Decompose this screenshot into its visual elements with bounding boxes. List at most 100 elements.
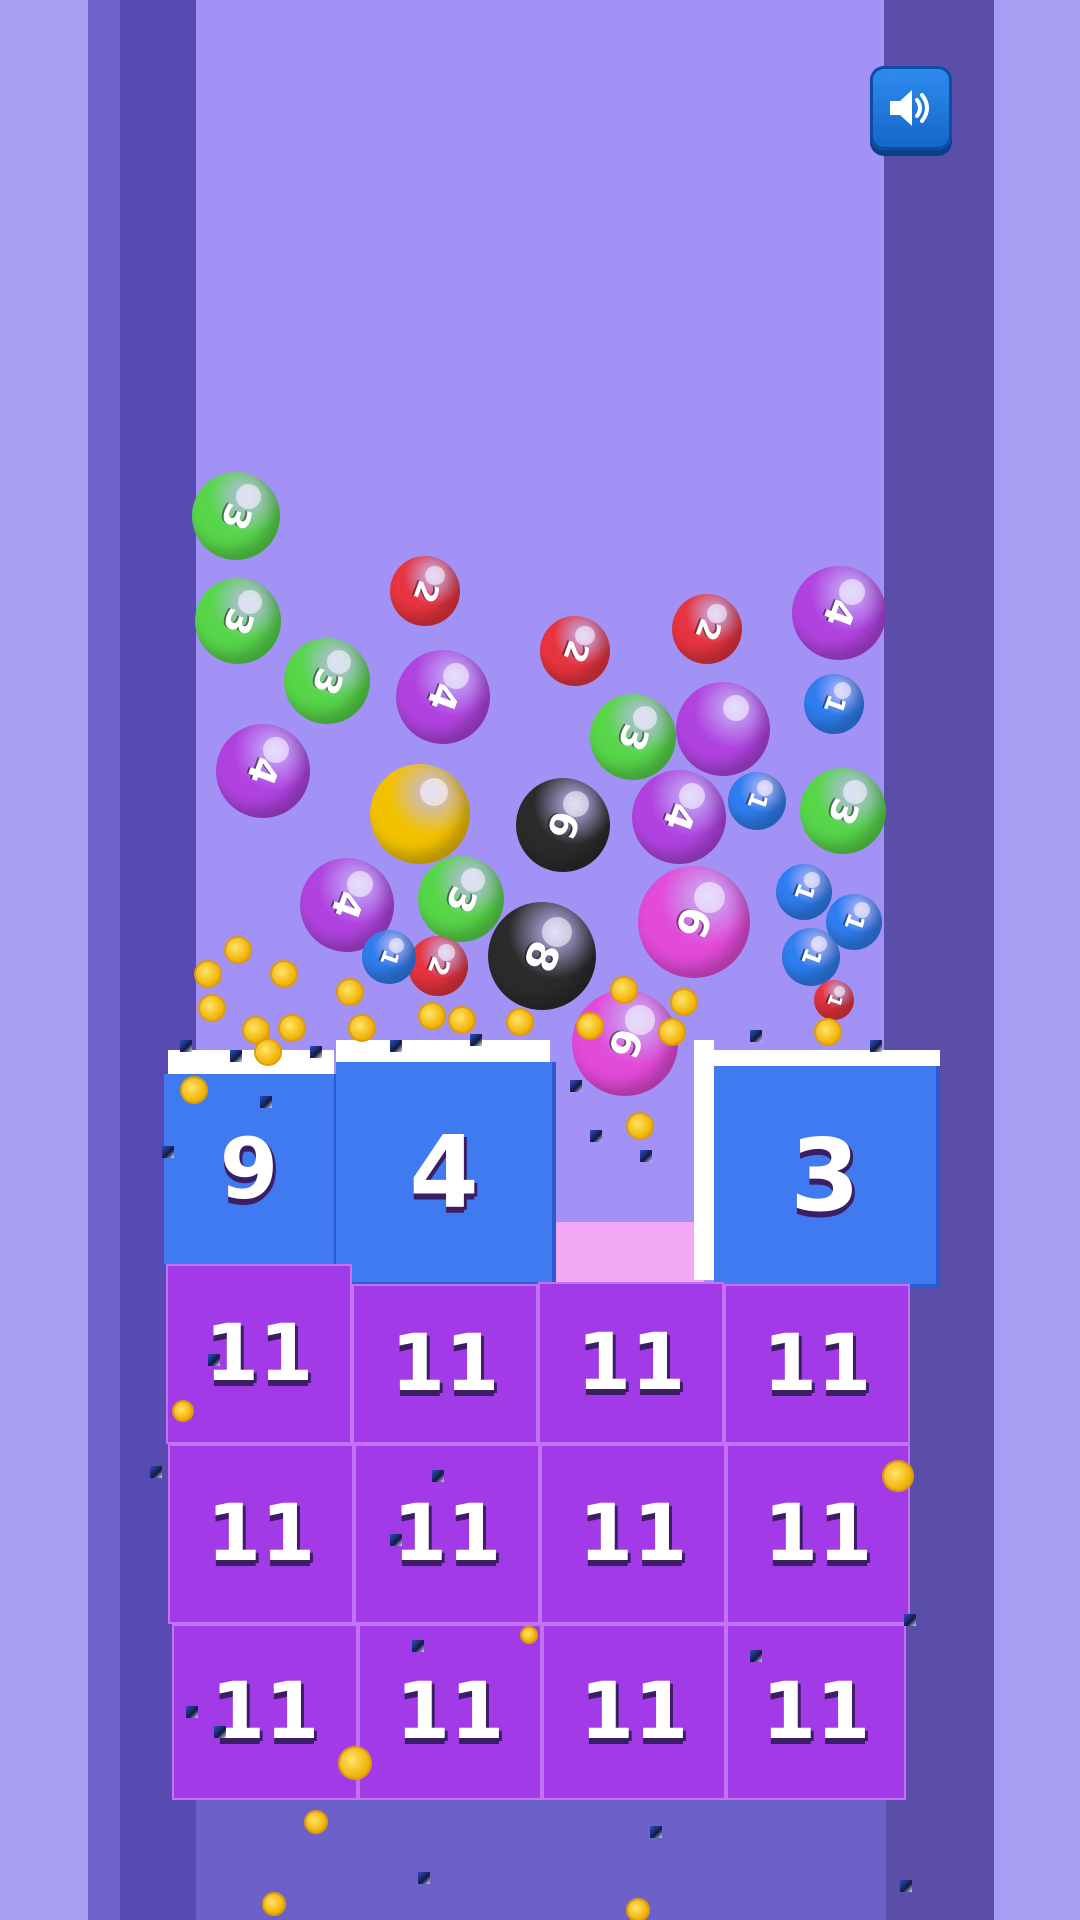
ball: 1 [362,930,416,984]
ball: 4 [632,770,726,864]
ball: 4 [216,724,310,818]
slot-wall [694,1040,714,1280]
debris-cube [904,1614,916,1626]
ball-number: 4 [321,885,373,925]
debris-cube [180,1040,192,1052]
ball-number: 6 [598,1022,652,1064]
debris-cube [150,1466,162,1478]
coin-icon [244,1018,268,1042]
ball-number: 2 [554,635,596,667]
ball-number: 8 [513,933,571,979]
debris-cube [470,1034,482,1046]
ball-number: 3 [609,718,657,756]
coin-icon [350,1016,374,1040]
ball-number: 4 [653,797,705,837]
debris-cube [260,1096,272,1108]
coin-icon [522,1628,536,1642]
ball-number: 4 [237,751,289,791]
number-block: 11 [724,1284,910,1444]
ball-number: 1 [740,788,774,814]
debris-cube [750,1650,762,1662]
coin-icon [256,1040,280,1064]
number-block: 11 [166,1264,352,1444]
debris-cube [418,1872,430,1884]
number-block: 3 [714,1066,940,1288]
block-number: 11 [392,1489,502,1579]
coin-icon [628,1114,652,1138]
debris-cube [650,1826,662,1838]
ball: 2 [540,616,610,686]
ball-number: 4 [417,677,469,717]
ball-number: 1 [837,909,871,935]
debris-cube [590,1130,602,1142]
debris-cube [640,1150,652,1162]
ball-number: 2 [686,613,728,645]
ball-number: 1 [787,879,821,905]
coin-icon [578,1014,602,1038]
ball: 4 [792,566,886,660]
coin-icon [306,1812,326,1832]
debris-cube [230,1050,242,1062]
ball: 3 [192,472,280,560]
debris-cube [310,1046,322,1058]
debris-cube [750,1030,762,1042]
number-block: 11 [726,1444,910,1624]
coin-icon [174,1402,192,1420]
ball-number: 6 [537,805,589,845]
ball: 1 [804,674,864,734]
ball [370,764,470,864]
ball-number: 3 [212,497,260,535]
ball-number: 3 [303,662,351,700]
coin-icon [272,962,296,986]
number-block: 11 [168,1444,354,1624]
ball-number: 1 [374,945,404,969]
coin-icon [450,1008,474,1032]
game-scene[interactable]: 3 3 3 2 2 2 4 4 4 4 4 3 3 3 1 1 6 8 6 1 … [0,0,1080,1920]
coin-icon [420,1004,444,1028]
block-number: 11 [395,1667,505,1757]
coin-icon [200,996,224,1020]
debris-cube [208,1354,220,1366]
coin-icon [226,938,250,962]
ball-number: 1 [816,690,852,718]
ball: 8 [488,902,596,1010]
block-number: 11 [762,1319,872,1409]
block-number: 11 [763,1489,873,1579]
debris-cube [432,1470,444,1482]
block-number: 11 [578,1489,688,1579]
debris-cube [214,1726,226,1738]
block-number: 4 [409,1113,479,1231]
block-number: 11 [390,1319,500,1409]
sound-button[interactable] [870,66,952,150]
coin-icon [508,1010,532,1034]
coin-icon [338,980,362,1004]
number-block: 4 [336,1062,556,1286]
debris-cube [870,1040,882,1052]
ball: 3 [195,578,281,664]
number-block: 11 [542,1624,726,1800]
number-block: 11 [172,1624,358,1800]
block-number: 3 [790,1116,860,1234]
number-block: 11 [358,1624,542,1800]
ball-number: 1 [794,944,828,970]
coin-icon [672,990,696,1014]
coin-icon [196,962,220,986]
ball-number: 4 [813,593,865,633]
ball-number: 3 [437,880,485,918]
number-block: 11 [354,1444,540,1624]
coin-icon [182,1078,206,1102]
debris-cube [412,1640,424,1652]
ball: 6 [572,990,678,1096]
ball: 2 [672,594,742,664]
ball-number: 1 [821,990,847,1010]
debris-cube [900,1880,912,1892]
ball-number: 3 [214,602,262,640]
ball: 2 [408,936,468,996]
coin-icon [612,978,636,1002]
coin-icon [628,1900,648,1920]
floor [196,1790,886,1920]
ball-number: 6 [665,899,723,945]
block-number: 11 [204,1309,314,1399]
ball: 3 [418,856,504,942]
block-number: 11 [210,1667,320,1757]
